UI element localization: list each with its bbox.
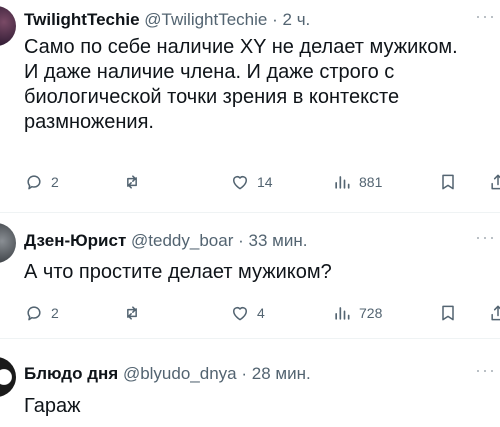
like-button[interactable]: 14 [230, 171, 273, 193]
like-count: 14 [257, 174, 273, 190]
author-handle[interactable]: @blyudo_dnya [123, 364, 237, 383]
tweet-header: TwilightTechie @TwilightTechie · 2 ч. [24, 9, 310, 31]
reply-count: 2 [51, 305, 59, 321]
reply-button[interactable]: 2 [24, 302, 59, 324]
tweet-2[interactable]: Дзен-Юрист @teddy_boar · 33 мин. ··· А ч… [0, 213, 500, 333]
timestamp[interactable]: 33 мин. [249, 231, 308, 250]
views-button[interactable]: 728 [332, 302, 382, 324]
tweet-header: Блюдо дня @blyudo_dnya · 28 мин. [24, 363, 311, 385]
share-icon [491, 305, 500, 321]
share-button[interactable] [488, 302, 500, 324]
views-icon [335, 176, 350, 189]
separator-dot: · [272, 10, 278, 29]
more-icon[interactable]: ··· [475, 227, 496, 248]
like-count: 4 [257, 305, 265, 321]
avatar[interactable] [0, 6, 16, 46]
separator-dot: · [238, 231, 244, 250]
retweet-button[interactable] [122, 171, 142, 193]
bookmark-button[interactable] [438, 171, 458, 193]
tweet-1[interactable]: TwilightTechie @TwilightTechie · 2 ч. ··… [0, 0, 500, 205]
views-count: 728 [359, 305, 383, 321]
retweet-icon [127, 175, 137, 189]
share-button[interactable] [488, 171, 500, 193]
views-button[interactable]: 881 [332, 171, 382, 193]
avatar-image [0, 223, 16, 263]
author-name[interactable]: Блюдо дня [24, 364, 118, 383]
timestamp[interactable]: 28 мин. [252, 364, 311, 383]
tweet-text: Само по себе наличие XY не делает мужико… [24, 36, 458, 133]
share-icon [491, 174, 500, 190]
tweet-3[interactable]: Блюдо дня @blyudo_dnya · 28 мин. ··· Гар… [0, 339, 500, 427]
views-count: 881 [359, 174, 383, 190]
avatar-image [0, 357, 16, 397]
avatar[interactable] [0, 357, 16, 397]
author-name[interactable]: TwilightTechie [24, 10, 140, 29]
author-name[interactable]: Дзен-Юрист [24, 231, 126, 250]
more-icon[interactable]: ··· [475, 360, 496, 381]
reply-count: 2 [51, 174, 59, 190]
author-handle[interactable]: @teddy_boar [131, 231, 233, 250]
timestamp[interactable]: 2 ч. [283, 10, 311, 29]
views-icon [335, 307, 350, 320]
action-bar: 2 4 728 [24, 302, 500, 324]
bookmark-icon [442, 305, 454, 321]
tweet-text: Гараж [24, 395, 81, 417]
action-bar: 2 14 881 [24, 171, 500, 193]
reply-icon [27, 175, 41, 190]
like-button[interactable]: 4 [230, 302, 265, 324]
heart-icon [233, 307, 247, 321]
avatar[interactable] [0, 223, 16, 263]
bookmark-button[interactable] [438, 302, 458, 324]
tweet-text: А что простите делает мужиком? [24, 261, 332, 283]
heart-icon [233, 176, 247, 190]
bookmark-icon [442, 174, 454, 190]
separator-dot: · [241, 364, 248, 383]
author-handle[interactable]: @TwilightTechie [144, 10, 267, 29]
reply-button[interactable]: 2 [24, 171, 59, 193]
retweet-icon [127, 306, 137, 320]
avatar-image [0, 6, 16, 46]
reply-icon [27, 306, 41, 321]
retweet-button[interactable] [122, 302, 142, 324]
more-icon[interactable]: ··· [475, 6, 496, 27]
tweet-header: Дзен-Юрист @teddy_boar · 33 мин. [24, 230, 307, 252]
